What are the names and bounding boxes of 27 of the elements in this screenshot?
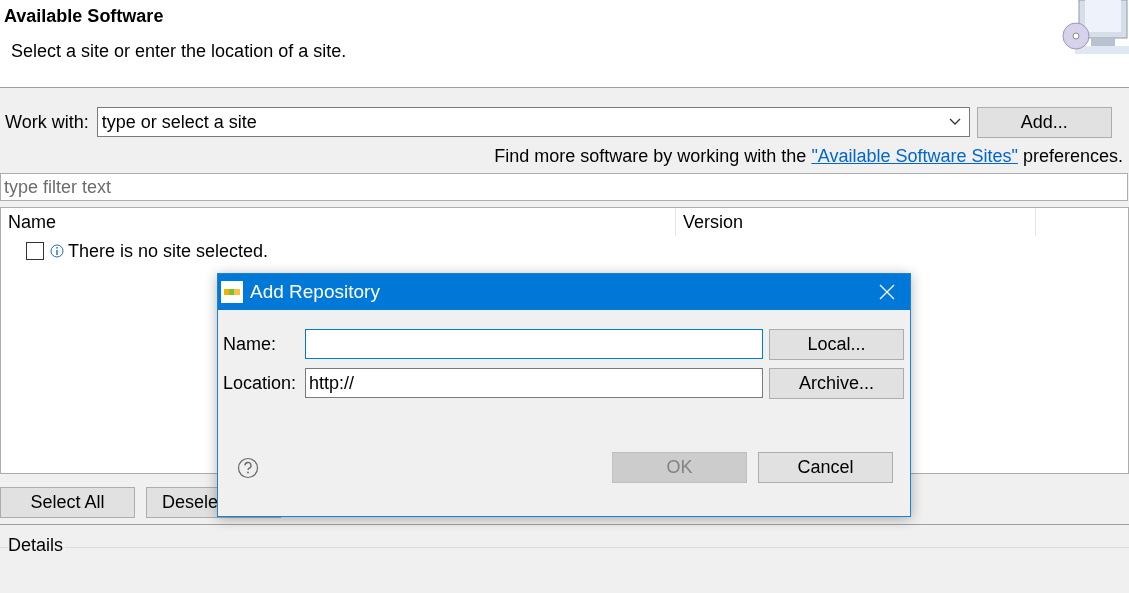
add-button[interactable]: Add...: [976, 106, 1112, 138]
dialog-button[interactable]: Cancel: [758, 452, 893, 483]
hint-text: preferences.: [1022, 146, 1123, 168]
help-icon[interactable]: [237, 456, 259, 479]
page-title: Available Software: [4, 6, 165, 27]
filter-field[interactable]: type filter text: [0, 173, 1128, 201]
column-header[interactable]: Name: [1, 208, 676, 236]
site-combo[interactable]: type or select a site: [96, 107, 970, 137]
close-icon[interactable]: [879, 284, 895, 300]
field-label: Location:: [223, 372, 298, 394]
input-field[interactable]: [304, 329, 764, 359]
info-icon: [50, 244, 64, 258]
sites-link[interactable]: "Available Software Sites": [811, 146, 1018, 173]
column-header[interactable]: Version: [676, 208, 1036, 236]
work-with-label: Work with:: [4, 111, 90, 133]
dialog-title: Add Repository: [250, 281, 381, 303]
browse-button[interactable]: Archive...: [769, 367, 904, 399]
browse-button[interactable]: Local...: [769, 328, 904, 360]
field-label: Name:: [223, 333, 277, 355]
hint-text: Find more software by working with the: [494, 146, 807, 168]
app-logo-icon: [221, 281, 243, 303]
input-field[interactable]: http://: [304, 368, 764, 398]
row-text: There is no site selected.: [68, 240, 269, 262]
page-subtitle: Select a site or enter the location of a site.: [11, 41, 347, 62]
chevron-down-icon: [948, 118, 961, 126]
checkbox[interactable]: [26, 242, 44, 260]
selection-button[interactable]: Select All: [0, 487, 135, 518]
